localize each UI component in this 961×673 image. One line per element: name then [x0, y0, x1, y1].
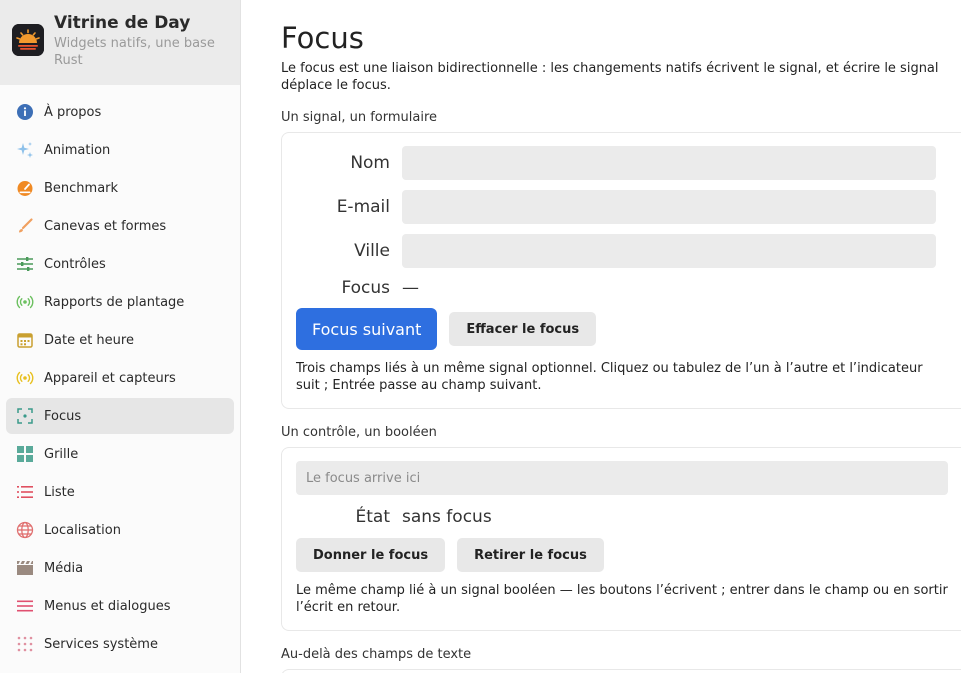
sidebar-item-a-propos[interactable]: À propos: [6, 94, 234, 130]
main-content: Focus Le focus est une liaison bidirecti…: [241, 0, 961, 673]
email-input[interactable]: [402, 190, 936, 224]
next-focus-button[interactable]: Focus suivant: [296, 308, 438, 350]
focus-icon: [16, 407, 34, 425]
app-subtitle: Widgets natifs, une base Rust: [54, 36, 215, 68]
sidebar-item-date-heure[interactable]: Date et heure: [6, 322, 234, 358]
boolean-focus-input[interactable]: [296, 461, 948, 495]
sidebar-item-label: Date et heure: [44, 332, 134, 348]
grid-icon: [16, 445, 34, 463]
calendar-icon: [16, 331, 34, 349]
sidebar-item-label: Focus: [44, 408, 82, 424]
boolean-buttons: Donner le focus Retirer le focus: [296, 538, 949, 572]
focus-value: —: [402, 278, 419, 298]
sidebar-item-label: Canevas et formes: [44, 218, 167, 234]
sidebar-item-appareil[interactable]: Appareil et capteurs: [6, 360, 234, 396]
sidebar-item-focus[interactable]: Focus: [6, 398, 234, 434]
nom-label: Nom: [350, 153, 390, 173]
sliders-icon: [16, 255, 34, 273]
sidebar-item-label: À propos: [44, 104, 102, 120]
form-note: Trois champs liés à un même signal optio…: [296, 361, 923, 393]
email-label: E-mail: [336, 197, 390, 217]
page-title: Focus: [281, 21, 364, 55]
page-description: Le focus est une liaison bidirectionnell…: [281, 61, 939, 93]
form-buttons: Focus suivant Effacer le focus: [296, 308, 949, 350]
app-title: Vitrine de Day: [54, 13, 191, 33]
broadcast-icon: [16, 293, 34, 311]
brush-icon: [16, 217, 34, 235]
sidebar-item-label: Grille: [44, 446, 79, 462]
state-label: État: [355, 507, 391, 527]
gauge-icon: [16, 179, 34, 197]
section-label-form: Un signal, un formulaire: [281, 110, 438, 125]
sidebar-item-menus[interactable]: Menus et dialogues: [6, 588, 234, 624]
sidebar-item-media[interactable]: Média: [6, 550, 234, 586]
sidebar-item-label: Média: [44, 560, 84, 576]
boolean-note: Le même champ lié à un signal booléen — …: [296, 583, 948, 615]
sidebar-item-label: Appareil et capteurs: [44, 370, 176, 386]
sidebar-item-label: Localisation: [44, 522, 121, 538]
sidebar-item-benchmark[interactable]: Benchmark: [6, 170, 234, 206]
sidebar-item-rapports[interactable]: Rapports de plantage: [6, 284, 234, 320]
menu-icon: [16, 597, 34, 615]
remove-focus-button[interactable]: Retirer le focus: [457, 538, 604, 572]
dots-grid-icon: [16, 635, 34, 653]
sidebar-item-localisation[interactable]: Localisation: [6, 512, 234, 548]
sidebar-item-label: Services système: [44, 636, 158, 652]
sidebar-item-label: Animation: [44, 142, 111, 158]
sidebar-item-liste[interactable]: Liste: [6, 474, 234, 510]
globe-icon: [16, 521, 34, 539]
boolean-focus-card: État sans focus Donner le focus Retirer …: [281, 447, 961, 631]
sidebar-item-label: Menus et dialogues: [44, 598, 171, 614]
form-row-email: E-mail: [296, 190, 949, 224]
ville-label: Ville: [354, 241, 390, 261]
info-icon: [16, 103, 34, 121]
section-label-boolean: Un contrôle, un booléen: [281, 425, 437, 440]
sensor-icon: [16, 369, 34, 387]
list-icon: [16, 483, 34, 501]
sidebar-item-controles[interactable]: Contrôles: [6, 246, 234, 282]
sidebar-item-canevas[interactable]: Canevas et formes: [6, 208, 234, 244]
form-row-nom: Nom: [296, 146, 949, 180]
sidebar-item-services[interactable]: Services système: [6, 626, 234, 662]
state-row: État sans focus: [296, 507, 949, 527]
clear-focus-button[interactable]: Effacer le focus: [449, 312, 597, 346]
boolean-input-row: [296, 461, 949, 495]
sparkles-icon: [16, 141, 34, 159]
clapper-icon: [16, 559, 34, 577]
sidebar-nav: À propos Animation Benchmark Canevas et …: [0, 85, 240, 662]
app-logo: [12, 24, 44, 56]
give-focus-button[interactable]: Donner le focus: [296, 538, 446, 572]
form-row-ville: Ville: [296, 234, 949, 268]
nom-input[interactable]: [402, 146, 936, 180]
sidebar-item-animation[interactable]: Animation: [6, 132, 234, 168]
sidebar-item-label: Contrôles: [44, 256, 106, 272]
sidebar-item-grille[interactable]: Grille: [6, 436, 234, 472]
section-label-beyond: Au-delà des champs de texte: [281, 647, 472, 662]
focus-indicator-row: Focus —: [296, 278, 949, 298]
sidebar: Vitrine de Day Widgets natifs, une base …: [0, 0, 241, 673]
state-value: sans focus: [402, 507, 492, 527]
sidebar-item-label: Liste: [44, 484, 75, 500]
form-focus-card: Nom E-mail Ville Focus — Focus suivant E…: [281, 132, 961, 409]
beyond-card: [281, 669, 961, 673]
sidebar-item-label: Rapports de plantage: [44, 294, 185, 310]
ville-input[interactable]: [402, 234, 936, 268]
app-header: Vitrine de Day Widgets natifs, une base …: [0, 0, 240, 85]
sidebar-item-label: Benchmark: [44, 180, 119, 196]
focus-label: Focus: [341, 278, 390, 298]
